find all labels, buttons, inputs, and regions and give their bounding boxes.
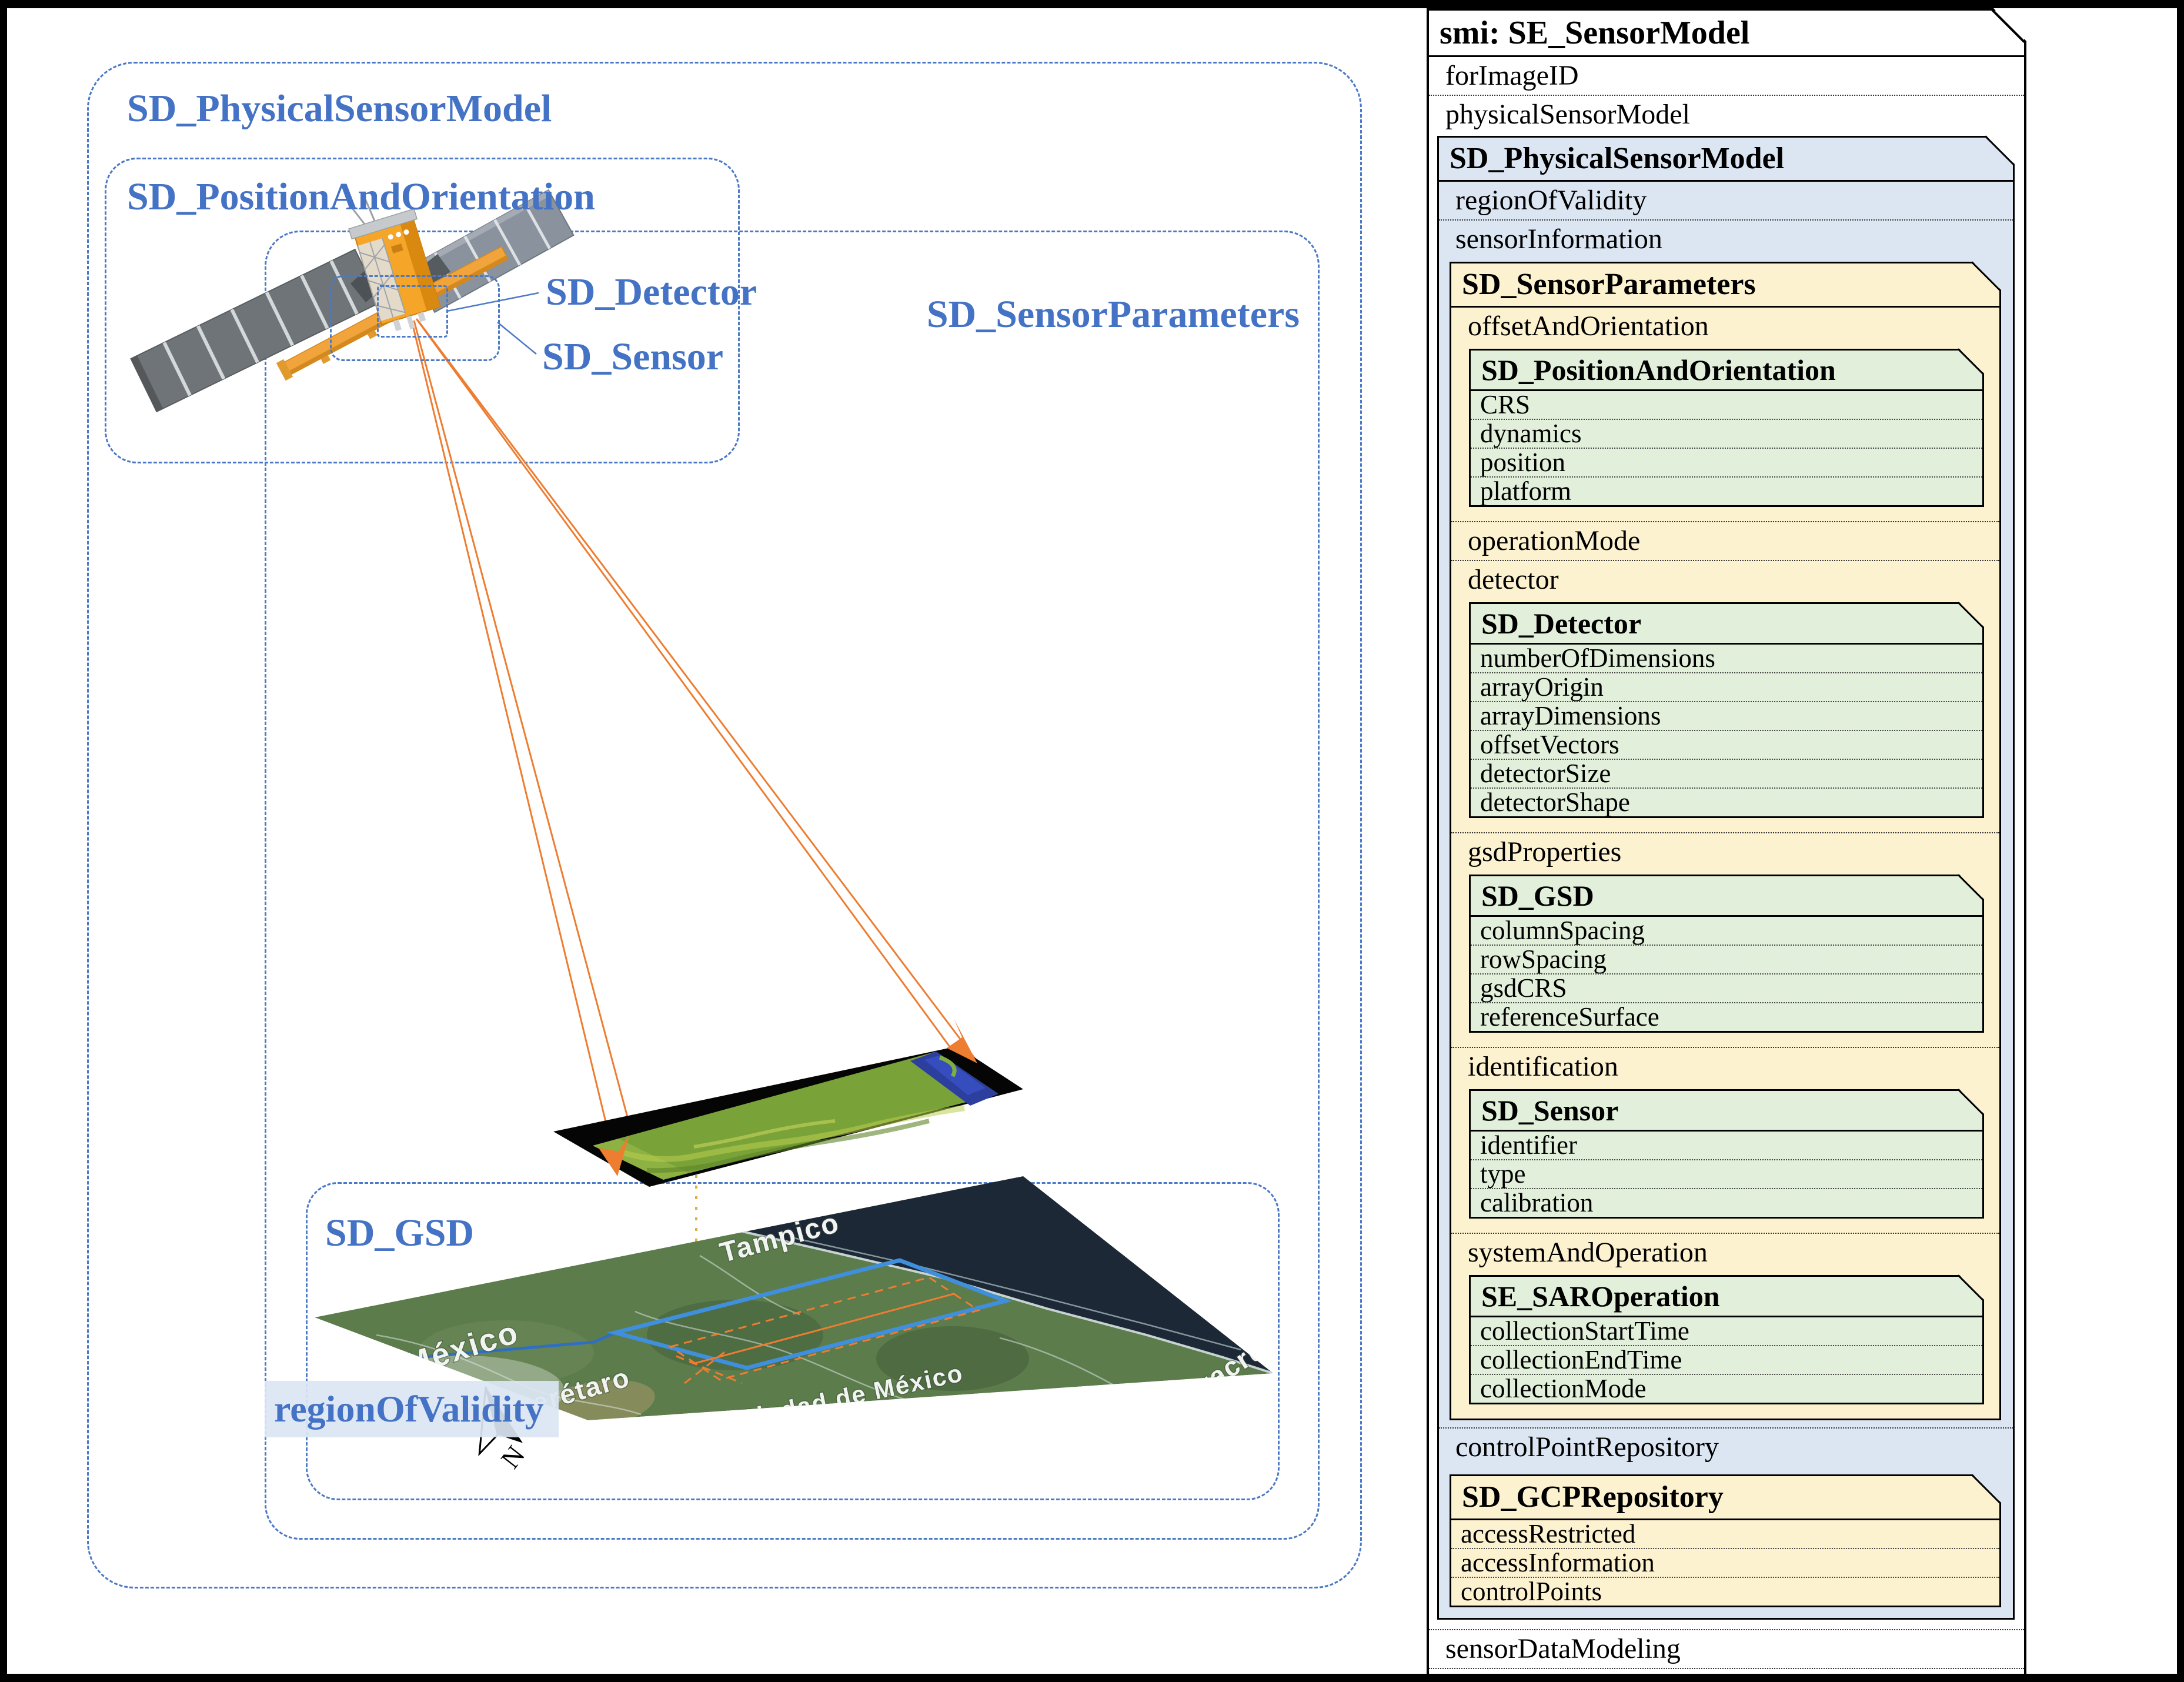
physical-sensor-model-label: SD_PhysicalSensorModel — [127, 88, 552, 129]
row-platform: platform — [1471, 476, 1982, 505]
frame-top — [0, 0, 2184, 8]
row-sensorinformation: sensorInformation — [1439, 219, 2013, 258]
scan-beam-lines — [412, 319, 975, 1185]
row-forimageid: forImageID — [1429, 57, 2024, 95]
row-crs: CRS — [1471, 391, 1982, 419]
region-of-validity-badge: regionOfValidity — [265, 1381, 559, 1437]
pos-note-title: SD_PositionAndOrientation — [1471, 351, 1982, 391]
row-gsdcrs: gsdCRS — [1471, 973, 1982, 1002]
detector-label: SD_Detector — [546, 272, 757, 312]
row-offsetandorientation: offsetAndOrientation — [1451, 308, 1999, 345]
sar-note-title: SE_SAROperation — [1471, 1277, 1982, 1317]
row-systemandoperation: systemAndOperation — [1451, 1233, 1999, 1271]
row-detectorsize: detectorSize — [1471, 759, 1982, 787]
figure-canvas: SD_PhysicalSensorModel SD_PositionAndOri… — [0, 0, 2184, 1682]
row-columnspacing: columnSpacing — [1471, 917, 1982, 945]
row-collectionendtime: collectionEndTime — [1471, 1345, 1982, 1374]
row-dynamics: dynamics — [1471, 419, 1982, 448]
gcp-note-title: SD_GCPRepository — [1451, 1476, 1999, 1520]
row-type: type — [1471, 1159, 1982, 1188]
frame-left — [0, 0, 7, 1682]
row-regionofvalidity: regionOfValidity — [1439, 182, 2013, 219]
row-gsdproperties: gsdProperties — [1451, 832, 1999, 871]
row-controlpoints: controlPoints — [1451, 1577, 1999, 1606]
sar-image-strip — [553, 1046, 1023, 1187]
sensor-parameters-note: SD_SensorParameters offsetAndOrientation… — [1450, 262, 2001, 1420]
gsd-note: SD_GSD columnSpacing rowSpacing gsdCRS r… — [1469, 875, 1984, 1033]
row-sensordatamodeling: sensorDataModeling — [1429, 1629, 2024, 1668]
frame-right — [2177, 0, 2184, 1682]
sensor-note: SD_Sensor identifier type calibration — [1469, 1089, 1984, 1219]
region-of-validity-label: regionOfValidity — [265, 1381, 559, 1437]
params-note-title: SD_SensorParameters — [1451, 263, 1999, 308]
detector-note: SD_Detector numberOfDimensions arrayOrig… — [1469, 602, 1984, 818]
detector-note-title: SD_Detector — [1471, 604, 1982, 645]
row-collectionmode: collectionMode — [1471, 1374, 1982, 1403]
panel-title: smi: SE_SensorModel — [1429, 11, 2024, 57]
sensor-parameters-label: SD_SensorParameters — [823, 294, 1300, 335]
row-detectorshape: detectorShape — [1471, 787, 1982, 816]
position-orientation-label: SD_PositionAndOrientation — [127, 176, 595, 217]
detector-outline-box — [377, 285, 448, 338]
sensor-connector-line — [497, 322, 536, 354]
row-identification: identification — [1451, 1047, 1999, 1086]
row-accessrestricted: accessRestricted — [1451, 1520, 1999, 1548]
physical-note-title: SD_PhysicalSensorModel — [1439, 138, 2013, 182]
gsd-note-title: SD_GSD — [1471, 876, 1982, 917]
gsd-label: SD_GSD — [325, 1213, 474, 1253]
row-referencesurface: referenceSurface — [1471, 1002, 1982, 1031]
row-numberofdimensions: numberOfDimensions — [1471, 645, 1982, 672]
physical-sensor-model-note: SD_PhysicalSensorModel regionOfValidity … — [1437, 136, 2015, 1620]
frame-bottom — [0, 1674, 2184, 1682]
row-controlpointrepository: controlPointRepository — [1439, 1427, 2013, 1466]
row-physicalsensormodel: physicalSensorModel — [1429, 95, 2024, 134]
row-identifier: identifier — [1471, 1132, 1982, 1159]
row-position: position — [1471, 448, 1982, 476]
row-operationmode: operationMode — [1451, 521, 1999, 560]
sensor-label: SD_Sensor — [542, 336, 723, 377]
sensor-note-title: SD_Sensor — [1471, 1091, 1982, 1132]
row-calibration: calibration — [1471, 1188, 1982, 1217]
row-arraydimensions: arrayDimensions — [1471, 701, 1982, 730]
row-accessinformation: accessInformation — [1451, 1548, 1999, 1577]
north-arrow-letter: N — [495, 1440, 531, 1474]
sensor-model-note: smi: SE_SensorModel forImageID physicalS… — [1427, 8, 2026, 1682]
gcp-repository-note: SD_GCPRepository accessRestricted access… — [1450, 1474, 2001, 1607]
row-arrayorigin: arrayOrigin — [1471, 672, 1982, 701]
sar-operation-note: SE_SAROperation collectionStartTime coll… — [1469, 1275, 1984, 1404]
row-detector: detector — [1451, 560, 1999, 599]
row-rowspacing: rowSpacing — [1471, 945, 1982, 973]
position-orientation-note: SD_PositionAndOrientation CRS dynamics p… — [1469, 349, 1984, 507]
row-offsetvectors: offsetVectors — [1471, 730, 1982, 759]
row-collectionstarttime: collectionStartTime — [1471, 1317, 1982, 1345]
